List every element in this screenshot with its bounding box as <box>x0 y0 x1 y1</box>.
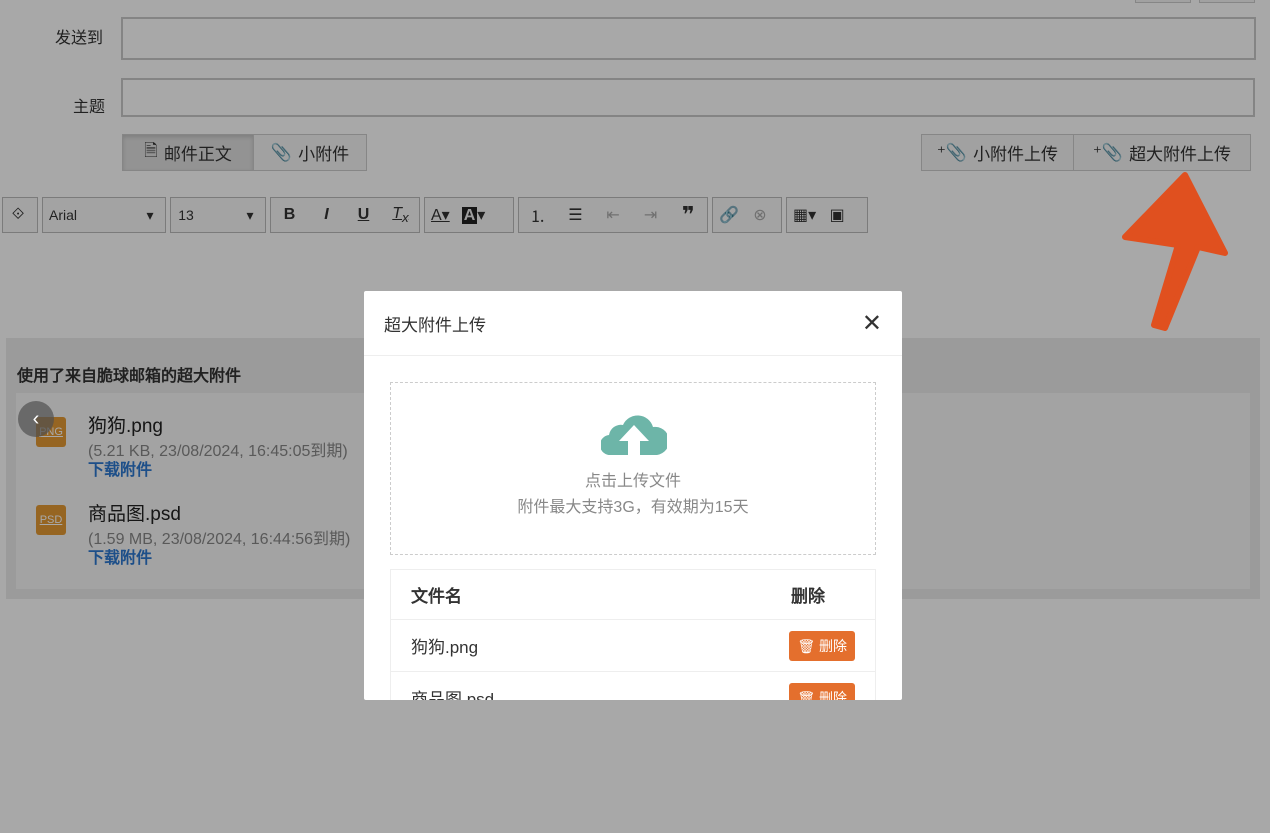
row-filename: 狗狗.png <box>411 633 478 658</box>
table-header: 文件名 删除 <box>391 570 875 620</box>
delete-button[interactable]: 🗑 删除 <box>789 683 855 701</box>
chevron-left-icon[interactable]: ‹ <box>18 401 54 437</box>
red-arrow-annotation <box>1120 165 1230 340</box>
col-delete: 删除 <box>791 582 825 607</box>
delete-label: 删除 <box>819 638 847 654</box>
upload-dropzone[interactable]: 点击上传文件 附件最大支持3G，有效期为15天 <box>390 382 876 555</box>
close-icon[interactable]: ✕ <box>862 309 882 338</box>
dropzone-text: 点击上传文件 <box>391 467 875 491</box>
trash-icon: 🗑 <box>797 690 815 701</box>
table-row: 狗狗.png 🗑 删除 <box>391 620 875 672</box>
row-filename: 商品图.psd <box>411 685 494 700</box>
table-row: 商品图.psd 🗑 删除 <box>391 672 875 700</box>
trash-icon: 🗑 <box>797 638 815 654</box>
cloud-upload-icon <box>601 411 667 457</box>
col-filename: 文件名 <box>411 582 462 607</box>
upload-table: 文件名删除 狗狗.png🗑 删除 商品图.psd🗑 删除 <box>390 569 876 700</box>
modal-title: 超大附件上传 <box>384 311 486 336</box>
delete-button[interactable]: 🗑 删除 <box>789 631 855 661</box>
large-upload-modal: 超大附件上传✕ 点击上传文件 附件最大支持3G，有效期为15天 文件名删除 狗狗… <box>364 291 902 700</box>
dropzone-hint: 附件最大支持3G，有效期为15天 <box>391 493 875 517</box>
delete-label: 删除 <box>819 690 847 701</box>
